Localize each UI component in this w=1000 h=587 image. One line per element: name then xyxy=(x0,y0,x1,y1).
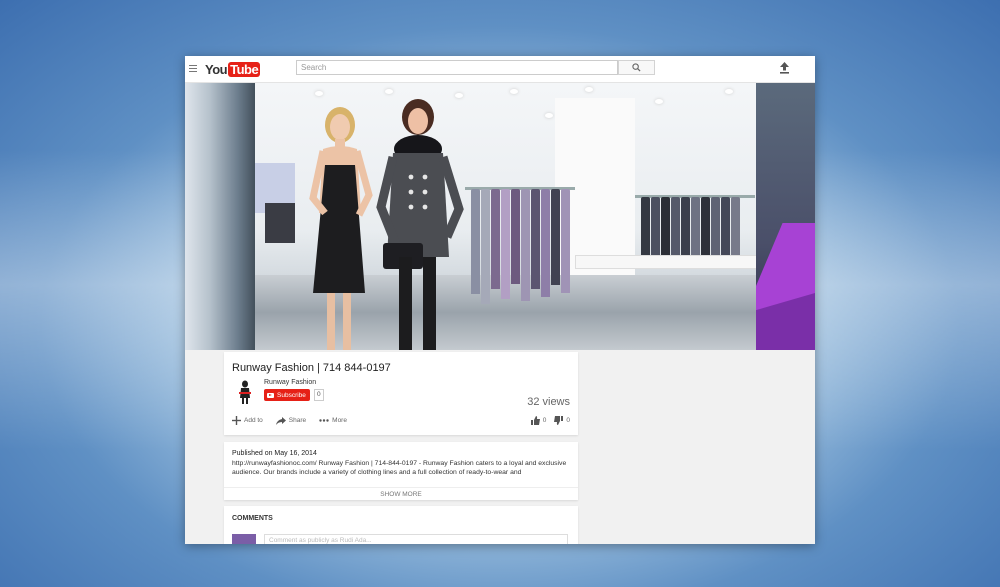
dislike-count: 0 xyxy=(566,417,570,424)
comments-card: COMMENTS Comment as publicly as Rudi Ada… xyxy=(224,506,578,544)
channel-logo-icon xyxy=(239,380,251,404)
masthead: You Tube Search xyxy=(185,56,815,83)
share-arrow-icon xyxy=(275,416,286,425)
model-right xyxy=(376,99,464,350)
dislike-button[interactable]: 0 xyxy=(554,416,570,425)
search-button[interactable] xyxy=(618,60,655,75)
hamburger-menu-icon[interactable] xyxy=(189,65,197,74)
upload-icon[interactable] xyxy=(779,62,790,74)
published-date: Published on May 16, 2014 xyxy=(232,450,317,457)
video-info-card: Runway Fashion | 714 844-0197 Runway Fas… xyxy=(224,352,578,435)
subscribe-label: Subscribe xyxy=(277,391,306,399)
thumbs-down-icon xyxy=(554,416,564,425)
like-bar: 0 0 xyxy=(530,416,570,425)
description-text: http://runwayfashionoc.com/ Runway Fashi… xyxy=(232,460,567,476)
more-label: More xyxy=(332,417,347,424)
search-input[interactable]: Search xyxy=(296,60,618,75)
add-to-label: Add to xyxy=(244,417,263,424)
channel-avatar[interactable] xyxy=(232,380,258,404)
action-bar: Add to Share More xyxy=(232,416,347,425)
comments-heading: COMMENTS xyxy=(232,515,273,522)
video-left-backdrop xyxy=(185,83,255,350)
logo-you-text: You xyxy=(205,62,228,77)
more-dots-icon xyxy=(319,419,329,422)
view-count: 32 views xyxy=(527,396,570,408)
youtube-logo[interactable]: You Tube xyxy=(205,62,261,77)
like-count: 0 xyxy=(542,417,547,424)
plus-icon xyxy=(232,416,241,425)
share-button[interactable]: Share xyxy=(275,416,307,425)
subscriber-count: 0 xyxy=(314,389,324,401)
browser-window: You Tube Search Runway Fashion | 714 844… xyxy=(185,56,815,544)
like-button[interactable]: 0 xyxy=(530,416,547,425)
more-button[interactable]: More xyxy=(319,417,347,424)
video-right-backdrop xyxy=(756,83,815,350)
subscribe-button[interactable]: Subscribe xyxy=(264,389,310,401)
description-card: Published on May 16, 2014 http://runwayf… xyxy=(224,442,578,500)
show-more-button[interactable]: SHOW MORE xyxy=(224,487,578,498)
video-player[interactable] xyxy=(185,83,815,350)
user-avatar xyxy=(232,534,256,544)
video-frame-boutique xyxy=(255,83,756,350)
video-title: Runway Fashion | 714 844-0197 xyxy=(232,362,391,374)
search-icon xyxy=(632,63,641,72)
thumbs-up-icon xyxy=(530,416,540,425)
comment-input[interactable]: Comment as publicly as Rudi Ada... xyxy=(264,534,568,544)
youtube-play-icon xyxy=(267,392,274,398)
logo-tube-text: Tube xyxy=(228,62,261,77)
channel-name[interactable]: Runway Fashion xyxy=(264,379,316,386)
add-to-button[interactable]: Add to xyxy=(232,416,263,425)
share-label: Share xyxy=(288,417,307,424)
